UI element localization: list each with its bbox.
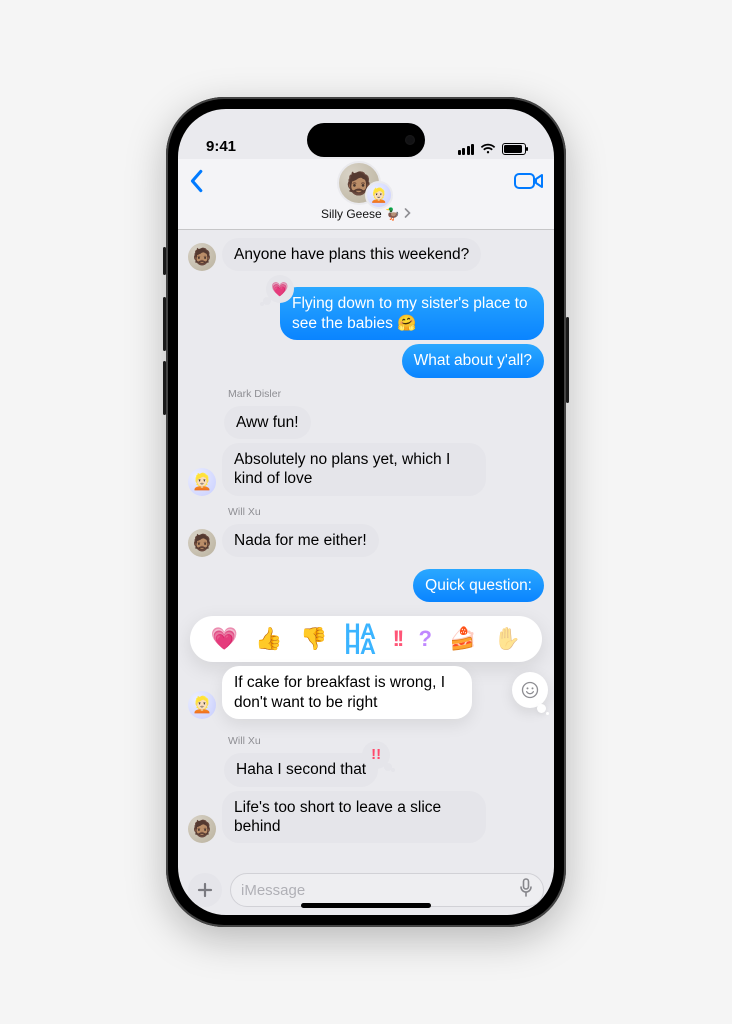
avatar[interactable]: 👱🏻	[188, 691, 216, 719]
avatar[interactable]: 🧔🏽	[188, 815, 216, 843]
tapback-thumbs-down[interactable]: 👎	[300, 626, 327, 652]
dictation-button[interactable]	[519, 878, 533, 903]
message-row: 🧔🏽 Anyone have plans this weekend?	[188, 238, 544, 271]
apps-button[interactable]	[188, 873, 222, 907]
message-text: Haha I second that	[236, 761, 366, 778]
message-bubble-selected[interactable]: If cake for breakfast is wrong, I don't …	[222, 666, 472, 719]
message-row: 🧔🏽 Life's too short to leave a slice beh…	[188, 791, 544, 844]
message-input[interactable]: iMessage	[230, 873, 544, 907]
message-row: Haha I second that !!	[188, 753, 544, 786]
back-button[interactable]	[188, 169, 204, 198]
message-bubble[interactable]: 💗 Flying down to my sister's place to se…	[280, 287, 544, 340]
tapback-exclaim[interactable]: !!	[393, 626, 402, 652]
cellular-signal-icon	[458, 144, 475, 155]
facetime-button[interactable]	[514, 170, 544, 197]
memoji-icon: 👱🏻	[370, 187, 387, 204]
tapback-thumbs-up[interactable]: 👍	[255, 626, 282, 652]
avatar[interactable]: 🧔🏽	[188, 243, 216, 271]
message-row: Aww fun!	[188, 406, 544, 439]
group-avatar[interactable]: 🧔🏽 👱🏻	[337, 161, 381, 205]
message-row: 🧔🏽 Nada for me either!	[188, 524, 544, 557]
message-bubble[interactable]: Quick question:	[413, 569, 544, 602]
message-bubble[interactable]: Haha I second that !!	[224, 753, 378, 786]
conversation-header: 🧔🏽 👱🏻 Silly Geese 🦆	[178, 159, 554, 230]
message-list[interactable]: 🧔🏽 Anyone have plans this weekend? 💗 Fly…	[178, 230, 554, 867]
tapback-exclaim-icon[interactable]: !!	[362, 741, 390, 769]
chevron-right-icon	[404, 207, 411, 221]
sender-label: Mark Disler	[228, 388, 544, 400]
message-row: 👱🏻 If cake for breakfast is wrong, I don…	[188, 666, 544, 719]
tapback-heart[interactable]: 💗	[211, 626, 238, 652]
input-placeholder: iMessage	[241, 882, 305, 899]
avatar[interactable]: 👱🏻	[188, 468, 216, 496]
volume-down-button	[163, 361, 166, 415]
home-indicator[interactable]	[301, 903, 431, 908]
message-bubble[interactable]: Life's too short to leave a slice behind	[222, 791, 486, 844]
tapback-heart-icon[interactable]: 💗	[266, 275, 294, 303]
conversation-name: Silly Geese 🦆	[321, 207, 400, 221]
volume-up-button	[163, 297, 166, 351]
message-text: Flying down to my sister's place to see …	[292, 295, 528, 331]
message-bubble[interactable]: Absolutely no plans yet, which I kind of…	[222, 443, 486, 496]
dynamic-island	[307, 123, 425, 157]
tapback-emoji[interactable]: 🍰	[449, 626, 476, 652]
tapback-more[interactable]: ✋	[494, 626, 521, 652]
silence-switch	[163, 247, 166, 275]
tapback-picker: 💗 👍 👎 HAHA !! ? 🍰 ✋ 👱🏻 If cake for break…	[188, 616, 544, 719]
side-button	[566, 317, 569, 403]
message-row: 👱🏻 Absolutely no plans yet, which I kind…	[188, 443, 544, 496]
message-row: What about y'all?	[188, 344, 544, 377]
screen: 9:41 🧔🏽 👱🏻	[178, 109, 554, 915]
tapback-haha[interactable]: HAHA	[345, 624, 376, 655]
message-bubble[interactable]: Aww fun!	[224, 406, 311, 439]
wifi-icon	[480, 143, 496, 155]
message-bubble[interactable]: Nada for me either!	[222, 524, 379, 557]
conversation-title[interactable]: Silly Geese 🦆	[188, 207, 544, 221]
status-time: 9:41	[206, 138, 236, 155]
avatar[interactable]: 🧔🏽	[188, 529, 216, 557]
message-bubble[interactable]: Anyone have plans this weekend?	[222, 238, 481, 271]
battery-icon	[502, 143, 526, 155]
message-bubble[interactable]: What about y'all?	[402, 344, 544, 377]
message-row: Quick question:	[188, 569, 544, 602]
message-row: 💗 Flying down to my sister's place to se…	[188, 287, 544, 340]
iphone-frame: 9:41 🧔🏽 👱🏻	[166, 97, 566, 927]
sender-label: Will Xu	[228, 506, 544, 518]
tapback-question[interactable]: ?	[419, 626, 432, 652]
